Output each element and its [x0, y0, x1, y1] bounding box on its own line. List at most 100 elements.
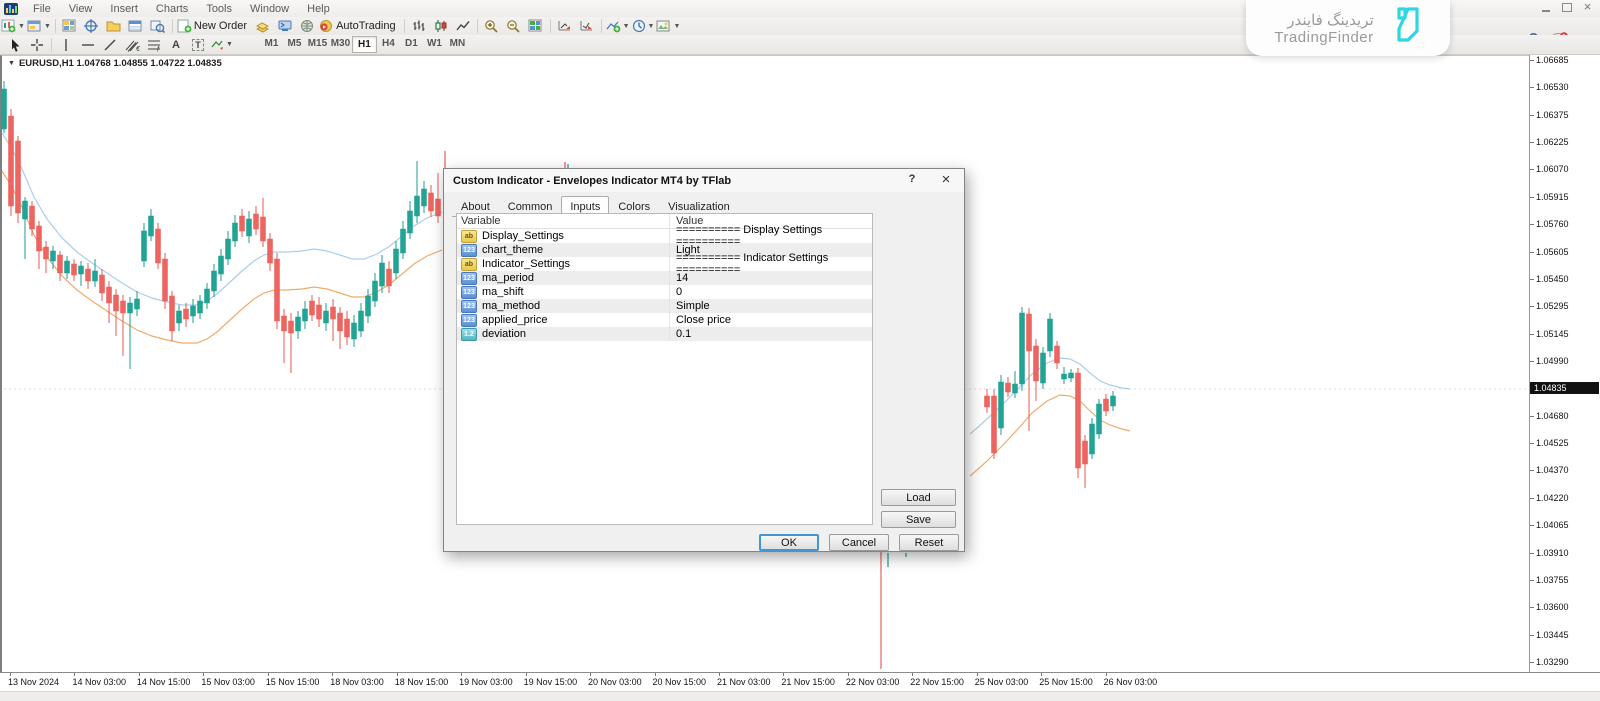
param-value[interactable]: Simple	[669, 299, 872, 313]
shapes-tool-button[interactable]: ▼	[209, 37, 234, 53]
time-tick-label: 19 Nov 03:00	[459, 677, 513, 687]
menu-item-tools[interactable]: Tools	[197, 1, 241, 17]
timeframe-m15[interactable]: M15	[306, 36, 329, 51]
timeframe-m1[interactable]: M1	[260, 36, 283, 51]
minimize-icon[interactable]	[1539, 2, 1552, 12]
tradingfinder-banner: تریدینگ فایندر TradingFinder	[1246, 0, 1450, 56]
candlestick-chart-button[interactable]	[430, 18, 452, 34]
deposit-button[interactable]	[252, 18, 274, 34]
restore-icon[interactable]	[1560, 2, 1573, 12]
new-chart-button[interactable]: ▼	[0, 18, 26, 34]
param-name: chart_theme	[482, 244, 543, 256]
timeframe-w1[interactable]: W1	[423, 36, 446, 51]
window-controls: ×	[1539, 2, 1594, 12]
load-button[interactable]: Load	[881, 489, 956, 506]
label-tool-button[interactable]: T	[187, 37, 209, 53]
strategy-tester-button[interactable]	[147, 18, 169, 34]
param-value[interactable]: 0.1	[669, 327, 872, 341]
price-tick-label: 1.03290	[1536, 657, 1569, 667]
svg-text:€: €	[136, 46, 140, 52]
param-row-applied_price[interactable]: 123applied_priceClose price	[457, 313, 872, 327]
chart-shift-button[interactable]	[554, 18, 576, 34]
price-axis[interactable]: 1.066851.065301.063751.062251.060701.059…	[1529, 55, 1600, 672]
dialog-title: Custom Indicator - Envelopes Indicator M…	[444, 169, 964, 192]
time-tick-label: 22 Nov 03:00	[846, 677, 900, 687]
price-tick-label: 1.06530	[1536, 82, 1569, 92]
menu-item-insert[interactable]: Insert	[101, 1, 147, 17]
market-watch-button[interactable]	[59, 18, 81, 34]
time-tick-label: 20 Nov 15:00	[653, 677, 707, 687]
auto-scroll-button[interactable]	[576, 18, 598, 34]
dialog-close-icon[interactable]: ×	[936, 170, 956, 189]
timeframe-mn[interactable]: MN	[446, 36, 469, 51]
bar-chart-button[interactable]	[408, 18, 430, 34]
channel-tool-button[interactable]: €	[121, 37, 143, 53]
close-icon[interactable]: ×	[1581, 2, 1594, 12]
navigator-button[interactable]	[103, 18, 125, 34]
price-tick-label: 1.06225	[1536, 137, 1569, 147]
vertical-line-tool-button[interactable]	[55, 37, 77, 53]
line-chart-button[interactable]	[452, 18, 474, 34]
param-name: ma_period	[482, 272, 534, 284]
menu-item-help[interactable]: Help	[298, 1, 339, 17]
zoom-in-button[interactable]	[481, 18, 503, 34]
time-tick-label: 20 Nov 03:00	[588, 677, 642, 687]
menu-item-file[interactable]: File	[24, 1, 60, 17]
ok-button[interactable]: OK	[759, 534, 819, 551]
param-row-ma_method[interactable]: 123ma_methodSimple	[457, 299, 872, 313]
text-tool-glyph: A	[172, 39, 180, 51]
param-value[interactable]: 14	[669, 271, 872, 285]
param-row-ma_period[interactable]: 123ma_period14	[457, 271, 872, 285]
menu-item-charts[interactable]: Charts	[147, 1, 197, 17]
param-value[interactable]: Close price	[669, 313, 872, 327]
save-button[interactable]: Save	[881, 511, 956, 528]
param-name: ma_method	[482, 300, 540, 312]
price-tick-label: 1.06070	[1536, 164, 1569, 174]
autotrading-button[interactable]: AutoTrading	[318, 18, 401, 34]
price-tick-label: 1.05915	[1536, 192, 1569, 202]
time-axis[interactable]: 13 Nov 202414 Nov 03:0014 Nov 15:0015 No…	[0, 672, 1600, 692]
terminal-button[interactable]	[125, 18, 147, 34]
timeframe-d1[interactable]: D1	[400, 36, 423, 51]
text-tool-button[interactable]: A	[165, 37, 187, 53]
new-order-button[interactable]: New Order	[176, 18, 252, 34]
periods-button[interactable]: ▼	[631, 18, 656, 34]
param-value[interactable]: ========== Indicator Settings ==========	[669, 257, 872, 271]
timeframe-h4[interactable]: H4	[377, 36, 400, 51]
fibonacci-tool-button[interactable]: f	[143, 37, 165, 53]
cancel-button[interactable]: Cancel	[829, 534, 889, 551]
param-row-deviation[interactable]: 1.2deviation0.1	[457, 327, 872, 341]
zoom-out-button[interactable]	[503, 18, 525, 34]
chevron-down-icon: ▼	[18, 23, 25, 30]
profiles-button[interactable]: ▼	[26, 18, 52, 34]
templates-button[interactable]: ▼	[655, 18, 681, 34]
param-row-Display_Settings[interactable]: abDisplay_Settings========== Display Set…	[457, 229, 872, 243]
cursor-tool-button[interactable]	[4, 37, 26, 53]
horizontal-line-tool-button[interactable]	[77, 37, 99, 53]
metaeditor-button[interactable]	[274, 18, 296, 34]
tile-windows-button[interactable]	[525, 18, 547, 34]
help-button[interactable]: ?	[904, 173, 920, 189]
crosshair-tool-button[interactable]	[26, 37, 48, 53]
reset-button[interactable]: Reset	[899, 534, 959, 551]
param-name: Indicator_Settings	[482, 258, 570, 270]
menu-item-window[interactable]: Window	[241, 1, 298, 17]
param-value[interactable]: 0	[669, 285, 872, 299]
timeframe-h1[interactable]: H1	[352, 36, 377, 53]
timeframe-m5[interactable]: M5	[283, 36, 306, 51]
price-tick-label: 1.04220	[1536, 493, 1569, 503]
price-tick-label: 1.05450	[1536, 274, 1569, 284]
time-tick-label: 15 Nov 03:00	[201, 677, 255, 687]
menu-item-view[interactable]: View	[60, 1, 102, 17]
trendline-tool-button[interactable]	[99, 37, 121, 53]
community-globe-button[interactable]	[296, 18, 318, 34]
param-row-Indicator_Settings[interactable]: abIndicator_Settings========== Indicator…	[457, 257, 872, 271]
timeframe-m30[interactable]: M30	[329, 36, 352, 51]
chevron-down-icon[interactable]: ▼	[8, 60, 15, 67]
data-window-button[interactable]	[81, 18, 103, 34]
param-value[interactable]: ========== Display Settings ==========	[669, 229, 872, 243]
app-icon	[4, 3, 18, 15]
indicators-button[interactable]: ▼	[605, 18, 631, 34]
time-tick-label: 19 Nov 15:00	[524, 677, 578, 687]
param-row-ma_shift[interactable]: 123ma_shift0	[457, 285, 872, 299]
